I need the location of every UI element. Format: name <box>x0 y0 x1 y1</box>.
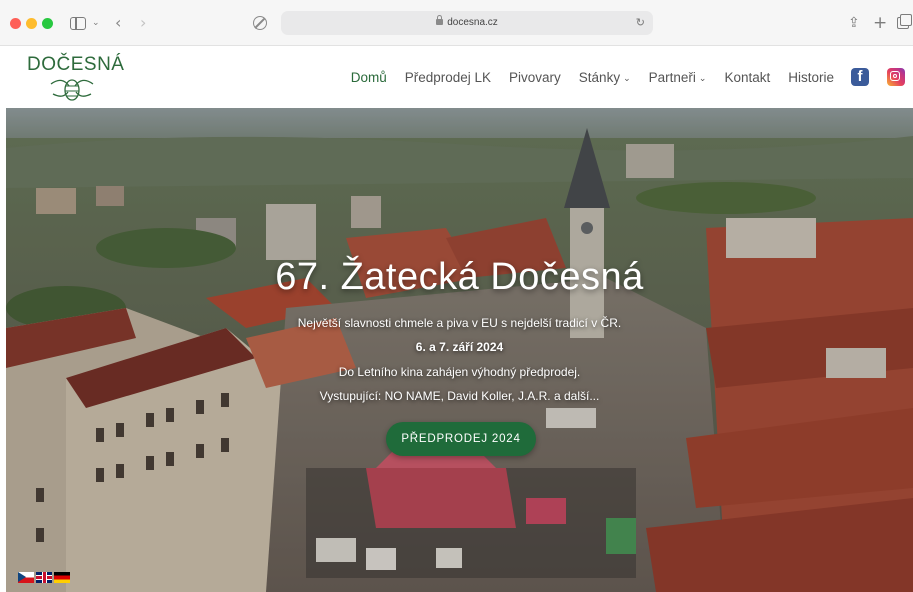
hero-performers: Vystupující: NO NAME, David Koller, J.A.… <box>319 389 600 403</box>
nav-label: Partneři <box>648 69 696 85</box>
nav-item-predprodej[interactable]: Předprodej LK <box>405 70 491 85</box>
nav-label: Kontakt <box>724 69 771 85</box>
hero-dates: 6. a 7. září 2024 <box>415 340 504 354</box>
back-button[interactable]: ‹ <box>115 12 121 34</box>
facebook-icon[interactable]: f <box>851 68 869 86</box>
url-display: docesna.cz <box>281 11 653 35</box>
new-tab-icon[interactable]: + <box>873 12 887 34</box>
hero-presale-note: Do Letního kina zahájen výhodný předprod… <box>338 365 581 379</box>
share-icon[interactable]: ⇪ <box>848 12 860 34</box>
zoom-window-button[interactable] <box>42 18 53 29</box>
flag-english-icon[interactable] <box>36 572 52 583</box>
site-logo[interactable]: DOČESNÁ <box>27 50 125 104</box>
nav-item-partneri[interactable]: Partneři ⌄ <box>649 70 707 85</box>
main-navigation: Domů Předprodej LK Pivovary Stánky ⌄ Part… <box>333 46 905 108</box>
hero-tagline: Největší slavnosti chmele a piva v EU s … <box>297 316 622 330</box>
hero-section: 67. Žatecká Dočesná Největší slavnosti c… <box>6 108 913 592</box>
minimize-window-button[interactable] <box>26 18 37 29</box>
nav-item-domu[interactable]: Domů <box>351 70 387 85</box>
language-switcher <box>18 572 72 583</box>
chevron-down-icon: ⌄ <box>623 73 631 84</box>
nav-label: Domů <box>350 69 387 85</box>
tab-overview-icon[interactable] <box>897 14 912 29</box>
hop-cone-icon <box>50 79 94 101</box>
site-header: DOČESNÁ Domů Předprodej LK Pivovary Stán… <box>0 46 913 108</box>
hero-title: 67. Žatecká Dočesná <box>275 256 644 298</box>
lock-icon <box>436 15 444 25</box>
nav-label: Historie <box>788 69 834 85</box>
nav-item-pivovary[interactable]: Pivovary <box>509 70 561 85</box>
sidebar-toggle-icon[interactable] <box>70 17 86 30</box>
nav-label: Předprodej LK <box>404 69 492 85</box>
close-window-button[interactable] <box>10 18 21 29</box>
browser-toolbar: ⌄ ‹ › docesna.cz ↻ ⇪ + <box>0 0 913 46</box>
privacy-report-icon[interactable] <box>253 16 267 30</box>
nav-item-historie[interactable]: Historie <box>788 70 834 85</box>
chevron-down-icon[interactable]: ⌄ <box>92 12 100 34</box>
presale-button[interactable]: PŘEDPRODEJ 2024 <box>386 422 536 456</box>
address-bar[interactable]: docesna.cz ↻ <box>281 11 653 35</box>
nav-item-stanky[interactable]: Stánky ⌄ <box>579 70 631 85</box>
flag-german-icon[interactable] <box>54 572 70 583</box>
reload-icon[interactable]: ↻ <box>636 11 645 35</box>
nav-label: Pivovary <box>509 69 561 85</box>
nav-label: Stánky <box>578 69 621 85</box>
url-text: docesna.cz <box>447 17 498 28</box>
flag-czech-icon[interactable] <box>18 572 34 583</box>
chevron-down-icon: ⌄ <box>698 73 707 84</box>
logo-text: DOČESNÁ <box>27 54 125 75</box>
nav-item-kontakt[interactable]: Kontakt <box>724 70 770 85</box>
forward-button[interactable]: › <box>140 12 146 34</box>
instagram-icon[interactable] <box>887 68 905 86</box>
